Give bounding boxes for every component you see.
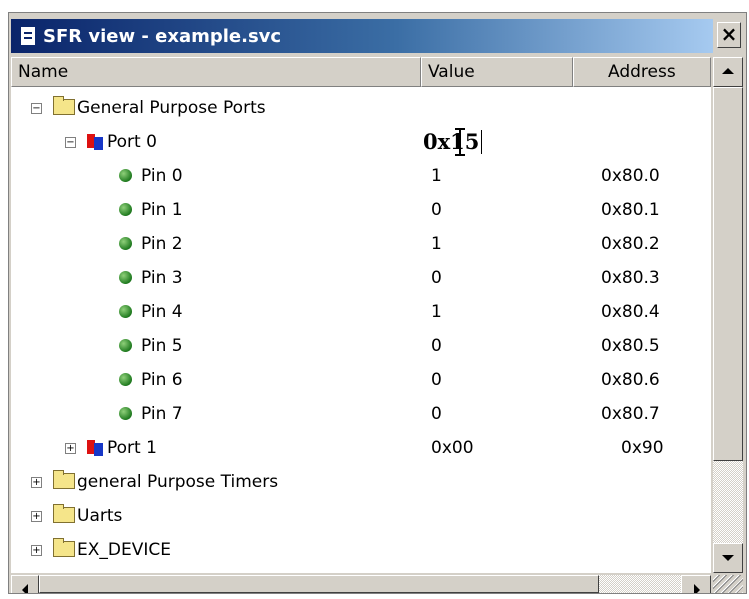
pin-led-icon: [119, 407, 132, 420]
value-cell[interactable]: 1: [431, 159, 442, 193]
value-cell[interactable]: 1: [431, 227, 442, 261]
tree-item-pin-3[interactable]: Pin 3 0 0x80.3: [11, 261, 711, 295]
tree-item-general-purpose-timers[interactable]: + general Purpose Timers: [11, 465, 711, 499]
arrow-up-icon: [722, 68, 734, 74]
value-cell[interactable]: 0: [431, 261, 442, 295]
horizontal-scroll-thumb[interactable]: [39, 575, 599, 593]
folder-icon: [53, 470, 75, 489]
tree-item-label: general Purpose Timers: [77, 472, 279, 492]
pin-led-icon: [119, 373, 132, 386]
tree-item-pin-1[interactable]: Pin 1 0 0x80.1: [11, 193, 711, 227]
tree-item-pin-7[interactable]: Pin 7 0 0x80.7: [11, 397, 711, 431]
collapse-icon[interactable]: −: [65, 137, 76, 148]
vertical-scroll-thumb[interactable]: [713, 87, 743, 461]
value-edit-field[interactable]: 0x15: [423, 125, 483, 159]
document-icon: [21, 27, 35, 45]
value-cell[interactable]: 0: [431, 329, 442, 363]
arrow-left-icon: [22, 584, 28, 593]
pin-led-icon: [119, 203, 132, 216]
address-cell: 0x90: [621, 438, 664, 458]
value-cell[interactable]: 1: [431, 295, 442, 329]
close-button[interactable]: ×: [717, 22, 741, 48]
tree-item-pin-5[interactable]: Pin 5 0 0x80.5: [11, 329, 711, 363]
tree-item-port-0[interactable]: − Port 0 0x15: [11, 125, 711, 159]
address-cell: 0x80.6: [601, 370, 660, 390]
tree-item-uarts[interactable]: + Uarts: [11, 499, 711, 533]
expand-icon[interactable]: +: [31, 545, 42, 556]
tree-item-pin-2[interactable]: Pin 2 1 0x80.2: [11, 227, 711, 261]
horizontal-scrollbar[interactable]: [11, 575, 711, 593]
column-header-name[interactable]: Name: [11, 57, 421, 87]
tree-item-label: Pin 2: [141, 234, 183, 254]
value-cell[interactable]: 0x00: [431, 431, 474, 465]
pin-led-icon: [119, 237, 132, 250]
address-cell: 0x80.7: [601, 404, 660, 424]
address-cell: 0x80.2: [601, 234, 660, 254]
tree-item-label: Port 1: [107, 438, 157, 458]
expand-icon[interactable]: +: [65, 443, 76, 454]
tree-item-label: Pin 1: [141, 200, 183, 220]
expand-icon[interactable]: +: [31, 477, 42, 488]
window-title: SFR view - example.svc: [43, 25, 282, 47]
scroll-up-button[interactable]: [713, 57, 743, 87]
tree-item-pin-6[interactable]: Pin 6 0 0x80.6: [11, 363, 711, 397]
tree-item-label: General Purpose Ports: [77, 98, 266, 118]
scroll-left-button[interactable]: [11, 575, 39, 593]
pin-led-icon: [119, 305, 132, 318]
sfr-tree: − General Purpose Ports − Port 0 0x15 Pi…: [11, 87, 711, 573]
pin-led-icon: [119, 271, 132, 284]
scroll-right-button[interactable]: [681, 575, 711, 593]
tree-item-label: Pin 0: [141, 166, 183, 186]
tree-item-label: Uarts: [77, 506, 123, 526]
address-cell: 0x80.5: [601, 336, 660, 356]
arrow-right-icon: [694, 584, 700, 593]
arrow-down-icon: [722, 555, 734, 561]
pin-led-icon: [119, 339, 132, 352]
column-header-address[interactable]: Address: [573, 57, 711, 87]
tree-item-label: Pin 4: [141, 302, 183, 322]
tree-item-label: EX_DEVICE: [77, 540, 171, 560]
port-icon: [85, 440, 105, 456]
column-header: Name Value Address: [11, 57, 711, 87]
address-cell: 0x80.1: [601, 200, 660, 220]
address-cell: 0x80.0: [601, 166, 660, 186]
address-cell: 0x80.3: [601, 268, 660, 288]
tree-item-label: Pin 7: [141, 404, 183, 424]
pin-led-icon: [119, 169, 132, 182]
value-cell[interactable]: 0: [431, 193, 442, 227]
tree-item-port-1[interactable]: + Port 1 0x00 0x90: [11, 431, 711, 465]
folder-icon: [53, 538, 75, 557]
folder-icon: [53, 504, 75, 523]
expand-icon[interactable]: +: [31, 511, 42, 522]
address-cell: 0x80.4: [601, 302, 660, 322]
port-icon: [85, 134, 105, 150]
tree-item-label: Pin 5: [141, 336, 183, 356]
value-cell[interactable]: 0: [431, 397, 442, 431]
text-cursor-icon: [455, 128, 465, 156]
tree-item-label: Pin 6: [141, 370, 183, 390]
tree-item-label: Pin 3: [141, 268, 183, 288]
folder-icon: [53, 96, 75, 115]
tree-item-ex-device[interactable]: + EX_DEVICE: [11, 533, 711, 567]
tree-item-pin-0[interactable]: Pin 0 1 0x80.0: [11, 159, 711, 193]
tree-item-label: Port 0: [107, 132, 157, 152]
tree-item-pin-4[interactable]: Pin 4 1 0x80.4: [11, 295, 711, 329]
value-cell[interactable]: 0: [431, 363, 442, 397]
tree-item-general-purpose-ports[interactable]: − General Purpose Ports: [11, 91, 711, 125]
column-header-value[interactable]: Value: [421, 57, 573, 87]
text-caret: [481, 130, 483, 154]
title-bar[interactable]: SFR view - example.svc: [11, 19, 713, 53]
sfr-view-window: SFR view - example.svc × Name Value Addr…: [8, 12, 747, 594]
scroll-down-button[interactable]: [713, 543, 743, 573]
collapse-icon[interactable]: −: [31, 103, 42, 114]
vertical-scrollbar[interactable]: [713, 57, 743, 573]
resize-grip[interactable]: [713, 575, 743, 593]
